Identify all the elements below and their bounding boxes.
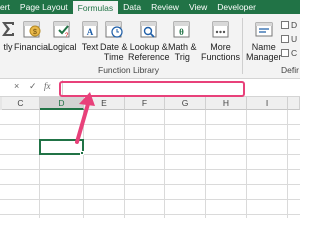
text-button[interactable]: A Text xyxy=(78,18,102,52)
gridline xyxy=(0,169,300,170)
logical-icon: ? xyxy=(50,18,74,40)
gridline xyxy=(287,110,288,218)
tab-insert[interactable]: ert xyxy=(0,0,15,14)
insert-function-icon[interactable]: fx xyxy=(44,81,51,91)
date-time-button[interactable]: Date & Time xyxy=(100,18,128,62)
define-name-button[interactable]: D xyxy=(281,20,297,30)
column-header-h[interactable]: H xyxy=(206,97,247,110)
lookup-reference-label-1: Lookup & xyxy=(129,42,168,52)
ribbon-group-separator xyxy=(242,18,243,74)
fill-handle[interactable] xyxy=(80,151,84,155)
logical-label: Logical xyxy=(48,42,77,52)
tab-developer[interactable]: Developer xyxy=(212,0,261,14)
lookup-reference-button[interactable]: Lookup & Reference xyxy=(128,18,170,62)
text-label: Text xyxy=(81,42,99,52)
name-manager-label-2: Manager xyxy=(246,52,282,62)
formula-bar-highlight xyxy=(59,81,245,97)
autosum-label: tly xyxy=(3,42,13,52)
column-header-c[interactable]: C xyxy=(2,97,40,110)
text-icon: A xyxy=(78,18,102,40)
column-header-f[interactable]: F xyxy=(125,97,165,110)
gridline xyxy=(164,110,165,218)
column-header-partial[interactable] xyxy=(288,97,300,110)
math-trig-button[interactable]: θ Math & Trig xyxy=(168,18,197,62)
lookup-reference-label-2: Reference xyxy=(128,52,170,62)
gridline xyxy=(39,110,40,218)
lookup-reference-icon xyxy=(137,18,161,40)
tab-data[interactable]: Data xyxy=(118,0,146,14)
define-name-label: D xyxy=(291,20,298,30)
more-functions-icon xyxy=(209,18,233,40)
more-functions-button[interactable]: More Functions xyxy=(201,18,240,62)
enter-icon[interactable]: ✓ xyxy=(29,81,37,92)
name-manager-button[interactable]: Name Manager xyxy=(246,18,282,62)
defined-names-group-label: Defir xyxy=(281,65,299,75)
tab-view[interactable]: View xyxy=(184,0,212,14)
name-manager-label-1: Name xyxy=(251,42,276,52)
gridline xyxy=(246,110,247,218)
more-functions-label-1: More xyxy=(210,42,231,52)
tab-page-layout[interactable]: Page Layout xyxy=(15,0,73,14)
gridline xyxy=(124,110,125,218)
name-manager-icon xyxy=(252,18,276,40)
use-in-formula-label: U xyxy=(291,34,298,44)
tab-review[interactable]: Review xyxy=(146,0,184,14)
gridline xyxy=(0,124,300,125)
ribbon-tab-bar: ert Page Layout Formulas Data Review Vie… xyxy=(0,0,300,14)
use-in-formula-icon xyxy=(281,35,289,43)
financial-button[interactable]: $ Financial xyxy=(14,18,50,52)
gridline xyxy=(205,110,206,218)
create-from-selection-label: C xyxy=(291,48,298,58)
active-cell[interactable] xyxy=(39,139,84,155)
svg-text:A: A xyxy=(87,27,94,37)
use-in-formula-button[interactable]: U xyxy=(281,34,297,44)
date-time-label-1: Date & xyxy=(100,42,128,52)
create-from-selection-icon xyxy=(281,49,289,57)
financial-icon: $ xyxy=(20,18,44,40)
gridline xyxy=(83,110,84,218)
math-trig-icon: θ xyxy=(170,18,194,40)
gridline xyxy=(0,184,300,185)
function-library-group-label: Function Library xyxy=(98,65,159,75)
define-name-icon xyxy=(281,21,289,29)
cancel-icon[interactable]: × xyxy=(14,81,19,91)
column-header-d[interactable]: D xyxy=(40,97,84,110)
tab-formulas[interactable]: Formulas xyxy=(72,1,119,14)
date-time-icon xyxy=(102,18,126,40)
column-header-i[interactable]: I xyxy=(247,97,288,110)
create-from-selection-button[interactable]: C xyxy=(281,48,297,58)
worksheet-grid: C D E F G H I xyxy=(0,97,300,218)
math-trig-label-2: Trig xyxy=(174,52,190,62)
financial-label: Financial xyxy=(14,42,51,52)
svg-text:$: $ xyxy=(33,29,37,36)
svg-text:θ: θ xyxy=(179,27,184,37)
column-header-g[interactable]: G xyxy=(165,97,206,110)
more-functions-label-2: Functions xyxy=(201,52,241,62)
math-trig-label-1: Math & xyxy=(168,42,197,52)
date-time-label-2: Time xyxy=(103,52,124,62)
cell-area[interactable] xyxy=(0,110,300,218)
gridline xyxy=(0,199,300,200)
gridline xyxy=(0,214,300,215)
logical-button[interactable]: ? Logical xyxy=(48,18,77,52)
column-header-e[interactable]: E xyxy=(84,97,125,110)
ribbon-formulas: tly $ Financial ? Logical A Text Date & … xyxy=(0,14,300,79)
